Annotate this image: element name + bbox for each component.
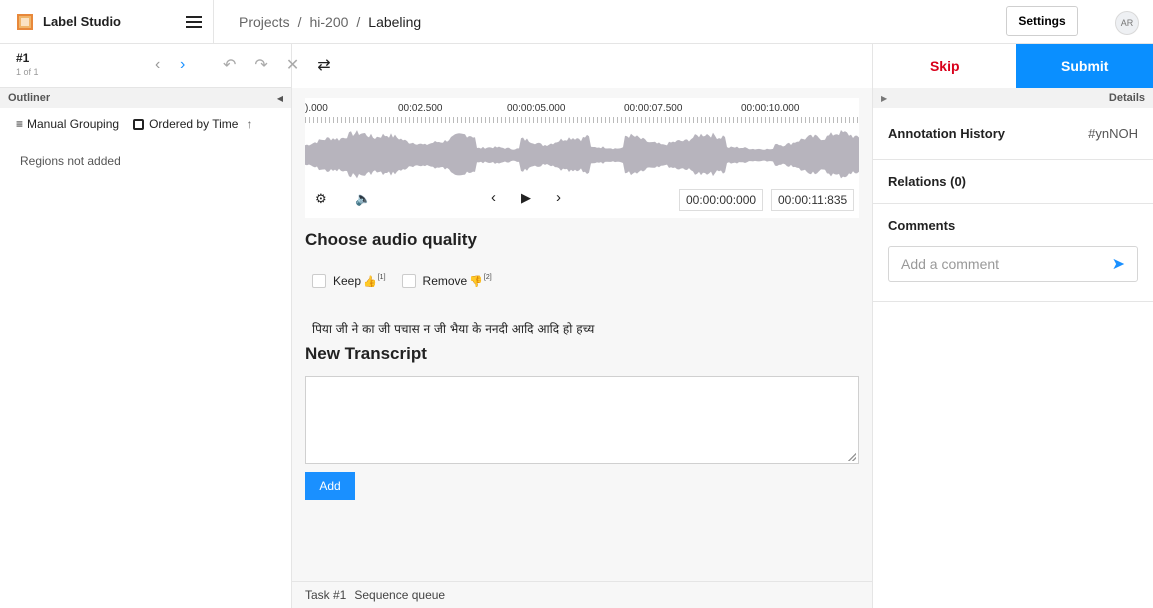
breadcrumb-projects[interactable]: Projects	[239, 14, 290, 30]
outliner-title: Outliner	[8, 92, 51, 104]
gear-icon[interactable]: ⚙	[315, 191, 327, 207]
thumbs-up-icon: 👍	[363, 275, 377, 288]
ordering-selector[interactable]: Ordered by Time ↑	[133, 117, 252, 131]
choice-remove[interactable]: Remove 👎 [2]	[401, 273, 492, 288]
next-task-icon[interactable]: ›	[180, 56, 185, 74]
prev-task-icon[interactable]: ‹	[155, 56, 160, 74]
comment-input[interactable]: Add a comment ➤	[888, 246, 1138, 282]
keep-checkbox[interactable]	[312, 274, 326, 288]
hotkey-hint: [2]	[483, 273, 492, 281]
audio-player: ).000 00:02.500 00:00:05.000 00:00:07.50…	[305, 98, 859, 218]
details-label: Details	[1108, 92, 1145, 104]
labeling-area: ).000 00:02.500 00:00:05.000 00:00:07.50…	[292, 88, 872, 608]
task-number: #1	[16, 51, 30, 65]
current-time: 00:00:00:000	[679, 189, 764, 211]
relations-label: Relations (0)	[888, 174, 967, 189]
clear-icon[interactable]: ✕	[286, 55, 299, 75]
footer-queue: Sequence queue	[354, 588, 446, 602]
hotkey-hint: [1]	[377, 273, 386, 281]
transcript-textarea[interactable]	[305, 376, 859, 464]
right-panel: Skip Submit ▶ Details Annotation History…	[872, 44, 1153, 608]
timeline-label: ).000	[305, 103, 328, 114]
add-button[interactable]: Add	[305, 472, 355, 500]
order-icon	[133, 118, 145, 130]
send-icon[interactable]: ➤	[1112, 254, 1125, 274]
choice-keep[interactable]: Keep 👍 [1]	[312, 274, 386, 288]
breadcrumb-separator: /	[356, 14, 361, 30]
details-header[interactable]: ▶ Details	[873, 88, 1153, 108]
skip-back-icon[interactable]: ‹	[491, 189, 496, 206]
collapse-left-icon[interactable]: ◀	[277, 94, 283, 103]
brand-name: Label Studio	[43, 14, 121, 29]
transcript-text: पिया जी ने का जी पचास न जी भैया के ननदी …	[312, 322, 595, 336]
player-controls: ⚙ 🔈 ‹ ▶ › 00:00:00:000 00:00:11:835	[305, 186, 859, 212]
choice-label: Keep	[333, 274, 362, 288]
breadcrumb-project[interactable]: hi-200	[309, 14, 348, 30]
ordering-label: Ordered by Time	[149, 117, 239, 131]
volume-icon[interactable]: 🔈	[355, 191, 371, 207]
task-position: 1 of 1	[16, 67, 39, 77]
menu-icon[interactable]	[186, 13, 202, 29]
submit-button[interactable]: Submit	[1016, 44, 1153, 88]
breadcrumb-current: Labeling	[368, 14, 422, 30]
new-transcript-heading: New Transcript	[305, 344, 427, 363]
action-bar: Skip Submit	[873, 44, 1153, 88]
timeline-label: 00:00:10.000	[741, 103, 800, 114]
breadcrumb: Projects / hi-200 / Labeling	[213, 0, 429, 44]
expand-right-icon[interactable]: ▶	[881, 94, 887, 103]
skip-forward-icon[interactable]: ›	[556, 189, 561, 206]
sort-arrow-icon[interactable]: ↑	[246, 117, 252, 131]
list-icon: ≡	[16, 117, 24, 131]
annotation-history[interactable]: Annotation History #ynNOH	[873, 108, 1153, 160]
timeline-label: 00:00:07.500	[624, 103, 683, 114]
choices: Keep 👍 [1] Remove 👎 [2]	[312, 274, 508, 288]
comments-label: Comments	[888, 217, 956, 233]
relations-section[interactable]: Relations (0)	[873, 160, 1153, 204]
annotation-id: #ynNOH	[1088, 126, 1138, 141]
timeline-label: 00:02.500	[398, 103, 443, 114]
breadcrumb-separator: /	[297, 14, 302, 30]
regions-empty: Regions not added	[20, 154, 121, 168]
redo-icon[interactable]: ↷	[254, 55, 267, 75]
timeline: ).000 00:02.500 00:00:05.000 00:00:07.50…	[305, 103, 859, 115]
brand[interactable]: Label Studio	[0, 0, 212, 44]
left-panel: #1 1 of 1 ‹ › Outliner ◀ ≡ Manual Groupi…	[0, 44, 292, 608]
undo-icon[interactable]: ↶	[223, 55, 236, 75]
timeline-label: 00:00:05.000	[507, 103, 566, 114]
skip-button[interactable]: Skip	[873, 44, 1017, 88]
edit-toolbar: ↶ ↷ ✕ ⇄	[223, 55, 349, 75]
resize-handle-icon[interactable]	[848, 453, 856, 461]
outliner-header[interactable]: Outliner ◀	[0, 88, 291, 108]
avatar[interactable]: AR	[1115, 11, 1139, 35]
footer: Task #1 Sequence queue	[292, 581, 872, 608]
annotation-history-label: Annotation History	[888, 126, 1005, 141]
grouping-label: Manual Grouping	[27, 117, 120, 131]
thumbs-down-icon: 👎	[469, 275, 483, 288]
swap-icon[interactable]: ⇄	[317, 55, 330, 75]
timeline-ticks	[305, 117, 859, 123]
quality-heading: Choose audio quality	[305, 230, 477, 249]
comments-section: Comments Add a comment ➤	[873, 204, 1153, 302]
waveform[interactable]	[305, 128, 859, 183]
settings-button[interactable]: Settings	[1006, 6, 1078, 36]
grouping-selector[interactable]: ≡ Manual Grouping	[16, 117, 119, 131]
label-studio-logo-icon	[17, 13, 33, 30]
comments-header: Comments	[873, 204, 1153, 246]
remove-checkbox[interactable]	[401, 274, 416, 288]
comment-placeholder: Add a comment	[901, 256, 1000, 272]
duration: 00:00:11:835	[771, 189, 855, 211]
play-icon[interactable]: ▶	[521, 190, 531, 206]
choice-label: Remove	[422, 274, 468, 288]
outliner-tools: ≡ Manual Grouping Ordered by Time ↑	[0, 108, 291, 140]
top-bar: Label Studio Projects / hi-200 / Labelin…	[0, 0, 1153, 44]
footer-task: Task #1	[305, 588, 347, 602]
